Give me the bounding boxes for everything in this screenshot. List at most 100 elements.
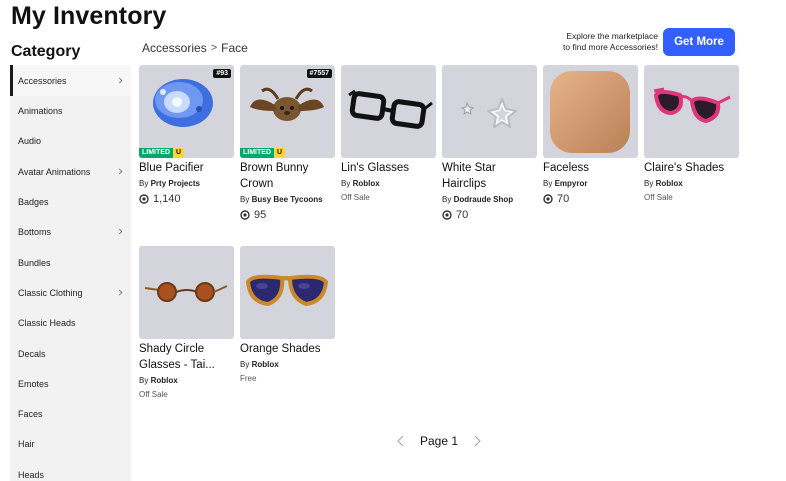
sidebar-item-hair[interactable]: Hair (10, 429, 131, 459)
chevron-right-icon (118, 168, 123, 175)
get-more-button[interactable]: Get More (663, 28, 735, 56)
sidebar-item-label: Heads (18, 469, 45, 480)
chevron-right-icon[interactable] (472, 435, 482, 447)
limited-badge: LIMITED U (240, 148, 286, 158)
item-card-faceless[interactable]: Faceless By Empyror 70 (543, 65, 638, 205)
breadcrumb-parent[interactable]: Accessories (142, 41, 207, 55)
limited-label: LIMITED (139, 148, 173, 158)
sidebar-item-label: Bottoms (18, 227, 52, 238)
creator-name[interactable]: Busy Bee Tycoons (252, 195, 323, 204)
item-thumbnail[interactable] (139, 246, 234, 339)
serial-number-badge: #7557 (306, 69, 332, 78)
item-creator: By Roblox (341, 178, 436, 189)
price-value: 95 (254, 209, 267, 221)
sidebar-item-label: Accessories (18, 75, 67, 86)
item-card-shady-circle-glasses[interactable]: Shady Circle Glasses - Tai... By Roblox … (139, 246, 234, 399)
sidebar-item-avatar-animations[interactable]: Avatar Animations (10, 157, 131, 187)
sidebar-item-accessories[interactable]: Accessories (10, 65, 131, 96)
item-card-lins-glasses[interactable]: Lin's Glasses By Roblox Off Sale (341, 65, 436, 202)
robux-icon (240, 210, 250, 220)
item-card-blue-pacifier[interactable]: #93 LIMITED U Blue Pacifier By Prty Proj… (139, 65, 234, 205)
item-thumbnail[interactable] (240, 246, 335, 339)
chevron-right-icon (118, 77, 123, 83)
bunny-crown-image (250, 87, 324, 121)
robux-icon (543, 194, 553, 204)
limited-label: LIMITED (240, 148, 274, 158)
sidebar-item-label: Hair (18, 439, 35, 450)
item-creator: By Roblox (644, 178, 739, 189)
breadcrumb-separator: > (210, 42, 218, 54)
creator-name[interactable]: Roblox (252, 360, 279, 369)
creator-name[interactable]: Roblox (151, 376, 178, 385)
creator-by-label: By (341, 179, 351, 188)
sidebar-item-bottoms[interactable]: Bottoms (10, 217, 131, 247)
category-heading: Category (11, 43, 81, 60)
item-name[interactable]: Shady Circle Glasses - Tai... (139, 341, 234, 373)
item-creator: By Empyror (543, 178, 638, 189)
robux-icon (442, 210, 452, 220)
item-thumbnail[interactable]: #7557 LIMITED U (240, 65, 335, 158)
item-price: 70 (543, 193, 638, 205)
sidebar-item-label: Emotes (18, 378, 49, 389)
explore-marketplace-text: Explore the marketplace to find more Acc… (540, 31, 658, 53)
creator-by-label: By (442, 195, 452, 204)
creator-name[interactable]: Dodraude Shop (454, 195, 514, 204)
item-thumbnail[interactable] (543, 65, 638, 158)
item-creator: By Roblox (139, 375, 234, 386)
price-value: 70 (557, 193, 570, 205)
item-thumbnail[interactable] (644, 65, 739, 158)
limited-badge: LIMITED U (139, 148, 185, 158)
chevron-right-icon (118, 289, 123, 296)
item-name[interactable]: Blue Pacifier (139, 160, 234, 176)
item-thumbnail[interactable] (442, 65, 537, 158)
item-name[interactable]: Faceless (543, 160, 638, 176)
item-card-claires-shades[interactable]: Claire's Shades By Roblox Off Sale (644, 65, 739, 202)
round-glasses-image (144, 282, 228, 302)
item-name[interactable]: Orange Shades (240, 341, 335, 357)
item-creator: By Busy Bee Tycoons (240, 194, 335, 205)
creator-name[interactable]: Prty Projects (151, 179, 200, 188)
item-card-orange-shades[interactable]: Orange Shades By Roblox Free (240, 246, 335, 383)
sidebar-item-label: Classic Clothing (18, 287, 83, 298)
sidebar-item-label: Audio (18, 136, 42, 147)
item-name[interactable]: Brown Bunny Crown (240, 160, 335, 192)
explore-line-2: to find more Accessories! (563, 42, 658, 52)
sidebar-item-classic-heads[interactable]: Classic Heads (10, 308, 131, 338)
serial-number-badge: #93 (213, 69, 231, 78)
star-hairclips-image (460, 98, 517, 128)
sidebar-item-animations[interactable]: Animations (10, 96, 131, 126)
creator-name[interactable]: Empyror (555, 179, 588, 188)
item-card-white-star-hairclips[interactable]: White Star Hairclips By Dodraude Shop 70 (442, 65, 537, 221)
sidebar-item-emotes[interactable]: Emotes (10, 369, 131, 399)
creator-name[interactable]: Roblox (353, 179, 380, 188)
blue-pacifier-image (153, 79, 213, 127)
sidebar-item-audio[interactable]: Audio (10, 126, 131, 156)
sidebar-item-faces[interactable]: Faces (10, 399, 131, 429)
pagination: Page 1 (396, 434, 482, 448)
explore-line-1: Explore the marketplace (566, 31, 658, 41)
creator-name[interactable]: Roblox (656, 179, 683, 188)
sidebar-item-label: Decals (18, 348, 46, 359)
sidebar-item-decals[interactable]: Decals (10, 338, 131, 368)
creator-by-label: By (139, 179, 149, 188)
sidebar-item-bundles[interactable]: Bundles (10, 247, 131, 277)
creator-by-label: By (139, 376, 149, 385)
creator-by-label: By (644, 179, 654, 188)
item-creator: By Prty Projects (139, 178, 234, 189)
item-creator: By Dodraude Shop (442, 194, 537, 205)
item-thumbnail[interactable]: #93 LIMITED U (139, 65, 234, 158)
sidebar-item-heads[interactable]: Heads (10, 460, 131, 481)
item-status: Off Sale (139, 390, 168, 399)
item-name[interactable]: Lin's Glasses (341, 160, 436, 176)
item-name[interactable]: Claire's Shades (644, 160, 739, 176)
item-thumbnail[interactable] (341, 65, 436, 158)
item-name[interactable]: White Star Hairclips (442, 160, 537, 192)
sidebar-item-label: Badges (18, 197, 49, 208)
item-status: Off Sale (341, 193, 370, 202)
sidebar-item-badges[interactable]: Badges (10, 187, 131, 217)
chevron-left-icon[interactable] (396, 435, 406, 447)
item-card-brown-bunny-crown[interactable]: #7557 LIMITED U Brown Bunny Crown By Bus… (240, 65, 335, 221)
sidebar-item-classic-clothing[interactable]: Classic Clothing (10, 278, 131, 308)
breadcrumb: Accessories > Face (142, 41, 248, 55)
item-price: 1,140 (139, 193, 234, 205)
